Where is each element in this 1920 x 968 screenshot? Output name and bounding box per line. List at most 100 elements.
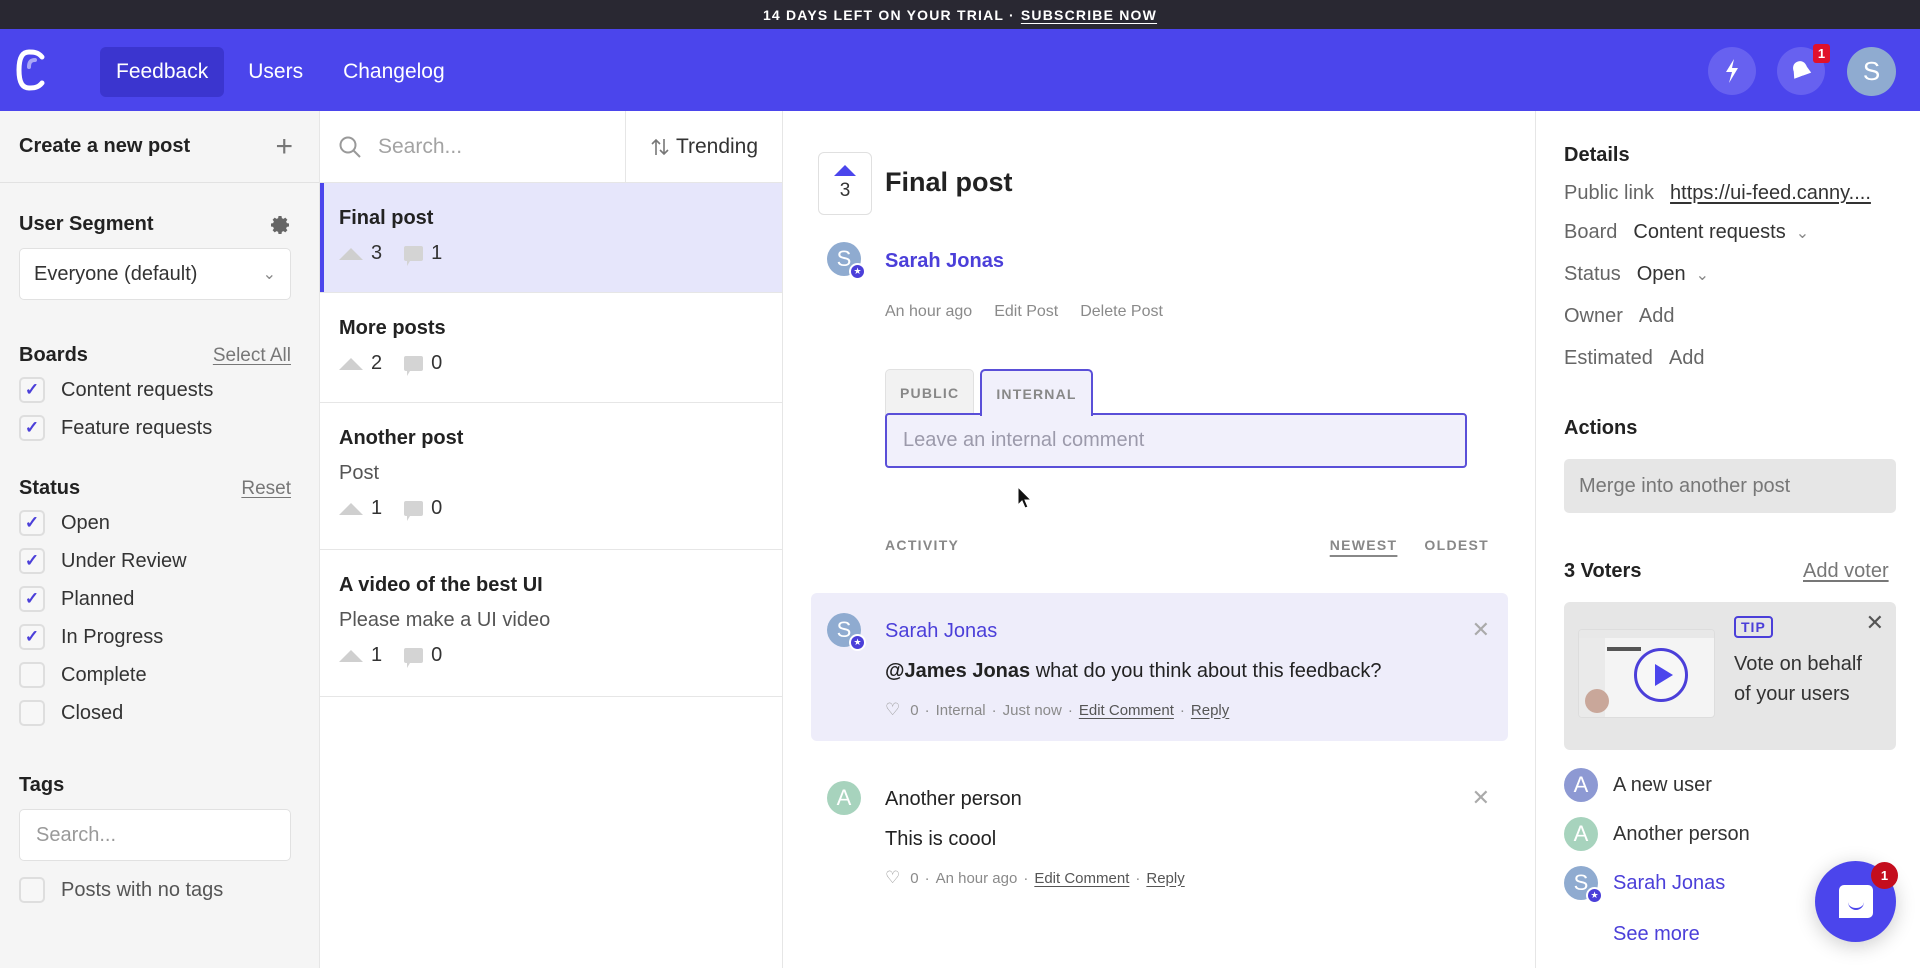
- status-checkbox-planned[interactable]: ✓ Planned: [19, 580, 291, 618]
- nav-changelog[interactable]: Changelog: [327, 47, 461, 97]
- voter-item[interactable]: S ★ Sarah Jonas: [1564, 866, 1725, 904]
- status-checkbox-in-progress[interactable]: ✓ In Progress: [19, 618, 291, 656]
- whats-new-button[interactable]: [1708, 47, 1756, 95]
- trial-text: 14 DAYS LEFT ON YOUR TRIAL ·: [762, 6, 1015, 23]
- board-select[interactable]: Content requests ⌄: [1633, 221, 1809, 244]
- upvote-button[interactable]: 3: [818, 152, 872, 215]
- merge-post-button[interactable]: Merge into another post: [1564, 459, 1896, 513]
- checkbox-unchecked-icon: [19, 700, 45, 726]
- post-list-item[interactable]: Final post 3 1: [320, 183, 782, 293]
- post-list-item[interactable]: A video of the best UI Please make a UI …: [320, 550, 782, 697]
- reset-status-link[interactable]: Reset: [241, 478, 291, 500]
- status-label: Planned: [61, 587, 135, 610]
- comment-icon: [404, 648, 424, 668]
- sort-newest-button[interactable]: NEWEST: [1330, 537, 1398, 553]
- post-search-input[interactable]: Search...: [320, 111, 626, 182]
- checkbox-checked-icon: ✓: [19, 377, 45, 403]
- comment-visibility-tabs: PUBLIC INTERNAL: [885, 369, 1093, 418]
- voter-avatar: S ★: [1564, 866, 1603, 904]
- post-title: Final post: [885, 167, 1013, 197]
- status-checkbox-under-review[interactable]: ✓ Under Review: [19, 542, 291, 580]
- gear-icon[interactable]: [271, 215, 291, 235]
- post-author-link[interactable]: Sarah Jonas: [885, 250, 1004, 273]
- sort-arrows-icon: [651, 138, 669, 155]
- voter-item[interactable]: A Another person: [1564, 817, 1750, 851]
- upvote-icon: [339, 247, 363, 260]
- tags-title: Tags: [19, 774, 65, 796]
- comment-text: what do you think about this feedback?: [1030, 660, 1382, 682]
- nav-feedback[interactable]: Feedback: [100, 47, 225, 97]
- checkbox-unchecked-icon: [19, 662, 45, 688]
- board-checkbox-feature-requests[interactable]: ✓ Feature requests: [19, 409, 291, 447]
- tab-internal[interactable]: INTERNAL: [980, 369, 1093, 418]
- checkbox-checked-icon: ✓: [19, 624, 45, 650]
- heart-icon[interactable]: ♡: [885, 700, 900, 720]
- reply-link[interactable]: Reply: [1191, 702, 1229, 719]
- status-checkbox-complete[interactable]: Complete: [19, 656, 291, 694]
- public-link[interactable]: https://ui-feed.canny....: [1670, 182, 1871, 205]
- user-segment-value: Everyone (default): [34, 262, 198, 285]
- activity-header: ACTIVITY NEWEST OLDEST: [885, 537, 1489, 553]
- tip-video-thumbnail[interactable]: [1578, 629, 1715, 718]
- checkbox-checked-icon: ✓: [19, 510, 45, 536]
- comment-author-link[interactable]: Sarah Jonas: [885, 620, 997, 643]
- select-all-link[interactable]: Select All: [213, 345, 291, 367]
- details-title: Details: [1564, 144, 1630, 166]
- commenter-avatar: A: [827, 781, 861, 815]
- tags-search-input[interactable]: Search...: [19, 809, 291, 861]
- edit-comment-link[interactable]: Edit Comment: [1034, 870, 1129, 887]
- edit-post-link[interactable]: Edit Post: [994, 303, 1058, 321]
- comment-body: This is coool: [885, 828, 997, 850]
- create-post-button[interactable]: Create a new post +: [0, 111, 319, 183]
- heart-icon[interactable]: ♡: [885, 868, 900, 888]
- mention[interactable]: @James Jonas: [885, 660, 1030, 682]
- status-select[interactable]: Open ⌄: [1637, 263, 1709, 286]
- close-icon[interactable]: ✕: [1472, 617, 1490, 643]
- voter-avatar: A: [1564, 768, 1598, 802]
- voter-item[interactable]: A A new user: [1564, 768, 1712, 802]
- close-icon[interactable]: ✕: [1866, 610, 1884, 636]
- actions-title: Actions: [1564, 417, 1638, 439]
- upvote-icon: [339, 649, 363, 662]
- post-list-item[interactable]: More posts 2 0: [320, 293, 782, 403]
- vote-count: 3: [371, 242, 383, 264]
- chevron-down-icon: ⌄: [1695, 266, 1710, 284]
- comment-time: An hour ago: [935, 869, 1018, 887]
- sort-dropdown[interactable]: Trending: [626, 111, 782, 182]
- board-label: Feature requests: [61, 416, 213, 439]
- status-value: Open: [1636, 263, 1686, 285]
- tab-public[interactable]: PUBLIC: [885, 369, 975, 415]
- main-nav: Feedback Users Changelog: [100, 47, 461, 97]
- sort-oldest-button[interactable]: OLDEST: [1424, 537, 1489, 553]
- internal-comment-input[interactable]: Leave an internal comment: [885, 413, 1467, 468]
- post-item-title: Final post: [339, 207, 434, 229]
- filters-sidebar: Create a new post + User Segment Everyon…: [0, 111, 320, 968]
- no-tags-checkbox[interactable]: Posts with no tags: [19, 871, 291, 909]
- post-detail: 3 Final post S ★ Sarah Jonas An hour ago…: [784, 111, 1536, 968]
- subscribe-link[interactable]: SUBSCRIBE NOW: [1021, 7, 1157, 23]
- sort-label: Trending: [675, 134, 759, 158]
- board-checkbox-content-requests[interactable]: ✓ Content requests: [19, 371, 291, 409]
- nav-users[interactable]: Users: [232, 47, 319, 97]
- status-checkbox-closed[interactable]: Closed: [19, 694, 291, 732]
- owner-label: Owner: [1564, 305, 1623, 327]
- reply-link[interactable]: Reply: [1146, 870, 1184, 887]
- bell-icon: [1793, 61, 1812, 81]
- play-icon[interactable]: [1634, 648, 1688, 702]
- delete-post-link[interactable]: Delete Post: [1080, 303, 1163, 321]
- post-list-item[interactable]: Another post Post 1 0: [320, 403, 782, 550]
- comment-meta: ♡ 0 · Internal · Just now · Edit Comment · R…: [885, 700, 1230, 720]
- status-label: Complete: [61, 663, 147, 686]
- user-segment-select[interactable]: Everyone (default) ⌄: [19, 248, 291, 300]
- add-estimate-button[interactable]: Add: [1669, 347, 1705, 370]
- comment-author[interactable]: Another person: [885, 788, 1022, 811]
- status-label: Under Review: [61, 549, 187, 572]
- canny-logo-icon[interactable]: [16, 49, 50, 91]
- close-icon[interactable]: ✕: [1472, 785, 1490, 811]
- see-more-voters-link[interactable]: See more: [1613, 923, 1700, 946]
- user-avatar-button[interactable]: S: [1847, 47, 1896, 96]
- status-checkbox-open[interactable]: ✓ Open: [19, 504, 291, 542]
- edit-comment-link[interactable]: Edit Comment: [1079, 702, 1174, 719]
- add-owner-button[interactable]: Add: [1639, 305, 1675, 328]
- add-voter-link[interactable]: Add voter: [1803, 560, 1889, 583]
